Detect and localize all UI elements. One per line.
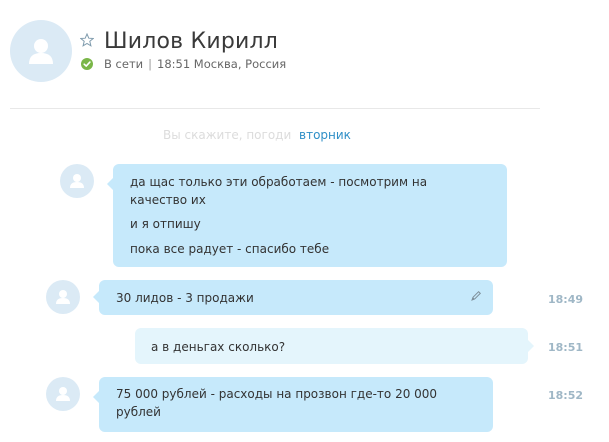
faded-preview-text: Вы скажите, погоди bbox=[163, 128, 292, 142]
message-text: пока все радует - спасибо тебе bbox=[130, 242, 330, 256]
message-bubble[interactable]: 75 000 рублей - расходы на прозвон где-т… bbox=[93, 377, 493, 432]
message-bubble[interactable]: а в деньгах сколько? bbox=[135, 328, 534, 364]
message-text: 30 лидов - 3 продажи bbox=[116, 291, 254, 305]
message-text: рублей bbox=[116, 405, 161, 419]
separator: | bbox=[148, 57, 152, 71]
message-text: 75 000 рублей - расходы на прозвон где-т… bbox=[116, 387, 438, 401]
avatar-icon bbox=[56, 387, 70, 401]
message-avatar[interactable] bbox=[46, 280, 80, 314]
star-icon[interactable] bbox=[80, 33, 94, 47]
bubble-tail bbox=[93, 291, 99, 303]
bubble-tail bbox=[528, 340, 534, 352]
message-time: 18:51 bbox=[548, 341, 584, 354]
day-separator: вторник bbox=[299, 128, 351, 142]
bubble-tail bbox=[93, 391, 99, 403]
message-text: и я отпишу bbox=[130, 217, 201, 231]
header-divider bbox=[10, 108, 540, 109]
message-avatar[interactable] bbox=[60, 164, 94, 198]
message-time: 18:52 bbox=[548, 389, 584, 402]
avatar-icon bbox=[29, 39, 53, 64]
avatar-icon bbox=[70, 174, 84, 188]
message-bubble[interactable]: 30 лидов - 3 продажи bbox=[93, 280, 493, 315]
online-status-icon bbox=[81, 58, 93, 70]
message-avatar[interactable] bbox=[46, 377, 80, 411]
contact-avatar[interactable] bbox=[10, 20, 72, 82]
message-time: 18:49 bbox=[548, 293, 584, 306]
message-text: качество их bbox=[130, 193, 206, 207]
avatar-icon bbox=[56, 290, 70, 304]
edit-pencil-icon[interactable] bbox=[470, 290, 482, 302]
bubble-tail bbox=[107, 178, 113, 190]
contact-name: Шилов Кирилл bbox=[104, 29, 279, 54]
message-text: а в деньгах сколько? bbox=[151, 340, 286, 354]
message-bubble[interactable]: да щас только эти обработаем - посмотрим… bbox=[107, 164, 507, 267]
local-time: 18:51 Москва, Россия bbox=[157, 57, 287, 71]
message-text: да щас только эти обработаем - посмотрим… bbox=[130, 175, 428, 189]
status-text: В сети bbox=[104, 57, 144, 71]
status-line: В сети | 18:51 Москва, Россия bbox=[104, 57, 286, 71]
